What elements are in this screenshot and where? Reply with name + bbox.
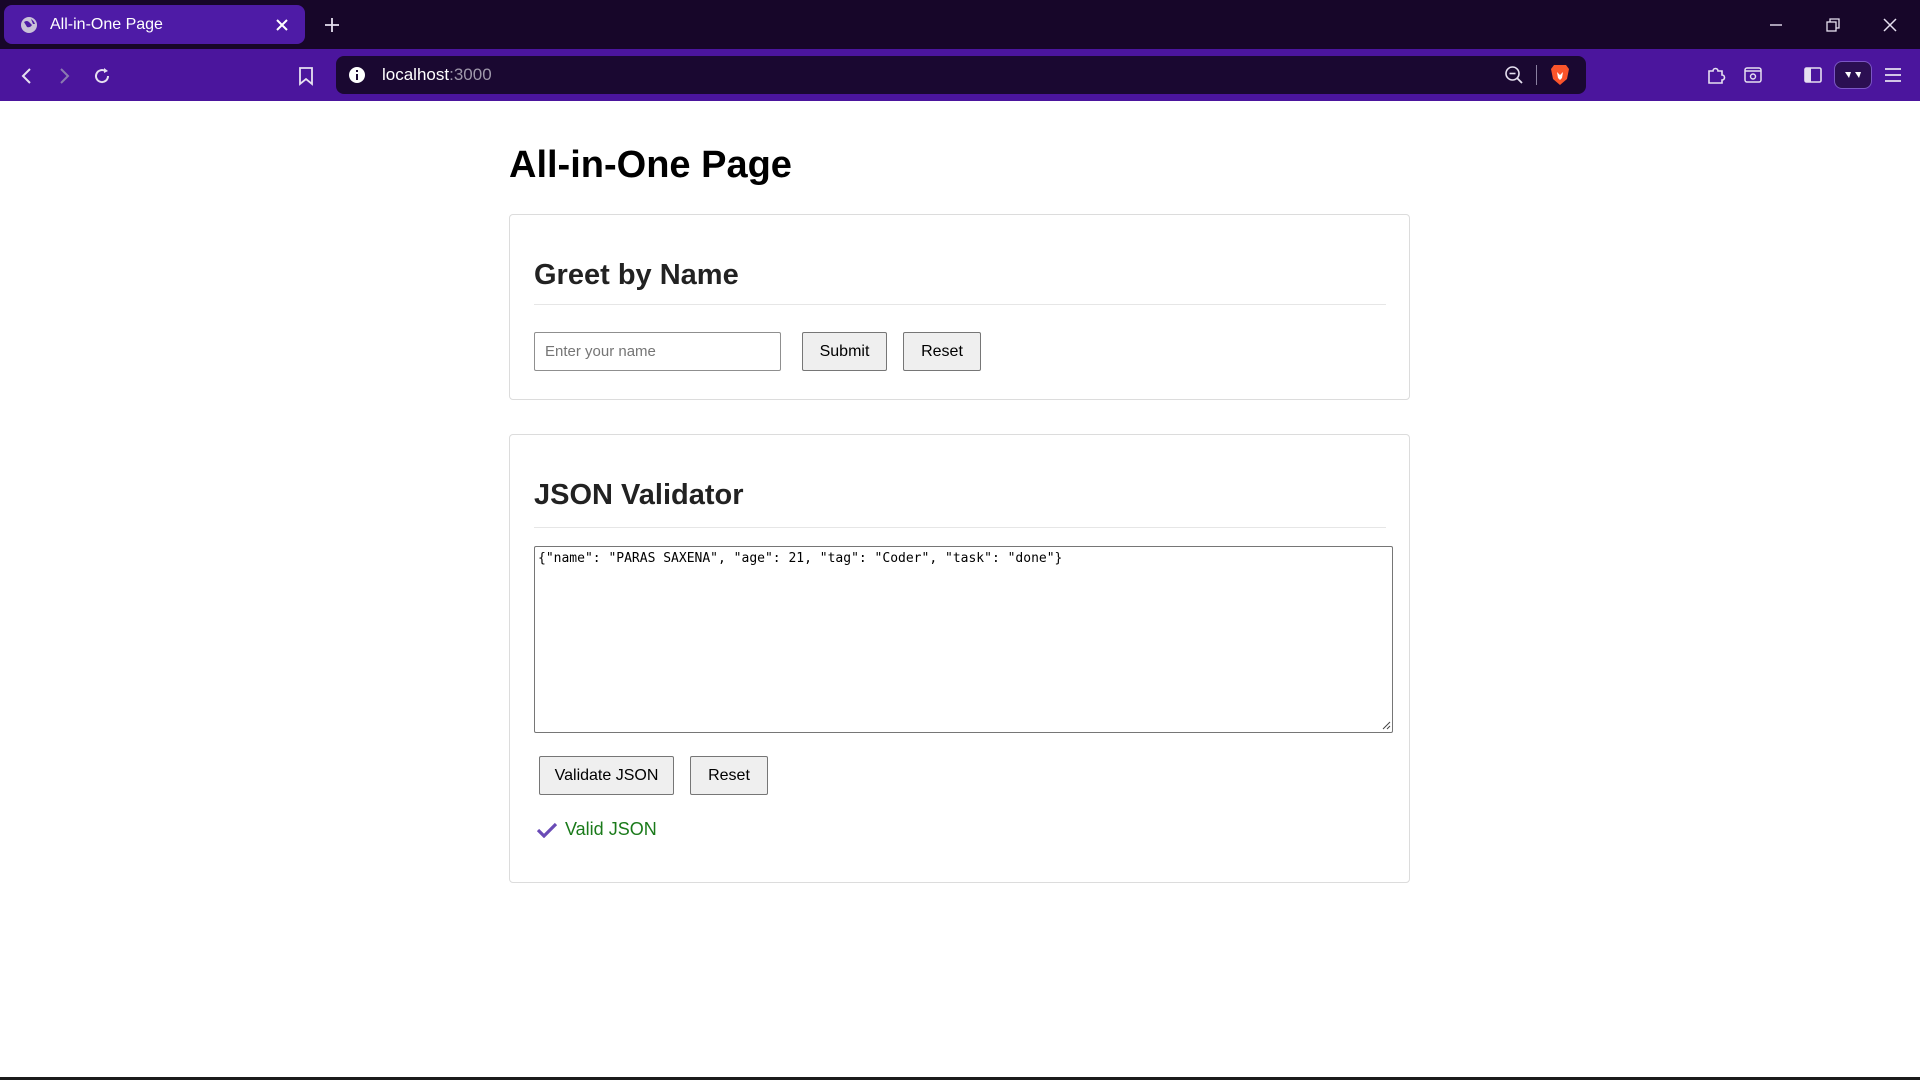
browser-tab-active[interactable]: All-in-One Page: [4, 5, 305, 44]
zoom-out-icon[interactable]: [1504, 65, 1524, 85]
name-input[interactable]: [534, 332, 781, 371]
reload-icon[interactable]: [88, 62, 116, 90]
json-input-textarea[interactable]: [534, 546, 1393, 733]
minimize-icon[interactable]: [1763, 12, 1789, 38]
sidebar-toggle-icon[interactable]: [1799, 61, 1827, 89]
forward-arrow-icon[interactable]: [50, 62, 78, 90]
checkmark-icon: [537, 821, 557, 839]
greet-card: Greet by Name Submit Reset: [509, 214, 1410, 400]
new-tab-icon[interactable]: [320, 13, 344, 37]
site-info-icon[interactable]: [348, 66, 366, 84]
address-bar[interactable]: localhost:3000: [336, 56, 1586, 94]
browser-tab-bar: All-in-One Page: [0, 0, 1920, 49]
browser-toolbar: localhost:3000: [0, 49, 1920, 101]
bookmark-icon[interactable]: [292, 62, 320, 90]
url-host: localhost: [382, 65, 450, 84]
brave-shields-icon[interactable]: [1549, 63, 1571, 87]
tab-title: All-in-One Page: [50, 15, 163, 33]
validation-status: Valid JSON: [537, 819, 657, 840]
address-bar-divider: [1536, 65, 1537, 85]
page-title: All-in-One Page: [509, 144, 792, 186]
greet-reset-button[interactable]: Reset: [903, 332, 981, 371]
close-window-icon[interactable]: [1877, 12, 1903, 38]
url-text: localhost:3000: [382, 65, 492, 85]
leo-ai-icon[interactable]: [1739, 61, 1767, 89]
hamburger-menu-icon[interactable]: [1879, 61, 1907, 89]
validate-json-button[interactable]: Validate JSON: [539, 756, 674, 795]
extensions-puzzle-icon[interactable]: [1702, 61, 1730, 89]
json-validator-heading: JSON Validator: [534, 479, 1386, 528]
validation-status-text: Valid JSON: [565, 819, 657, 839]
wallet-icon[interactable]: [1834, 61, 1872, 89]
greet-heading: Greet by Name: [534, 259, 1386, 305]
back-arrow-icon[interactable]: [13, 62, 41, 90]
close-tab-icon[interactable]: [273, 16, 291, 34]
json-validator-card: JSON Validator Validate JSON Reset Valid…: [509, 434, 1410, 883]
url-port: :3000: [449, 65, 492, 84]
globe-icon: [20, 16, 38, 34]
submit-button[interactable]: Submit: [802, 332, 887, 371]
restore-icon[interactable]: [1820, 12, 1846, 38]
json-reset-button[interactable]: Reset: [690, 756, 768, 795]
